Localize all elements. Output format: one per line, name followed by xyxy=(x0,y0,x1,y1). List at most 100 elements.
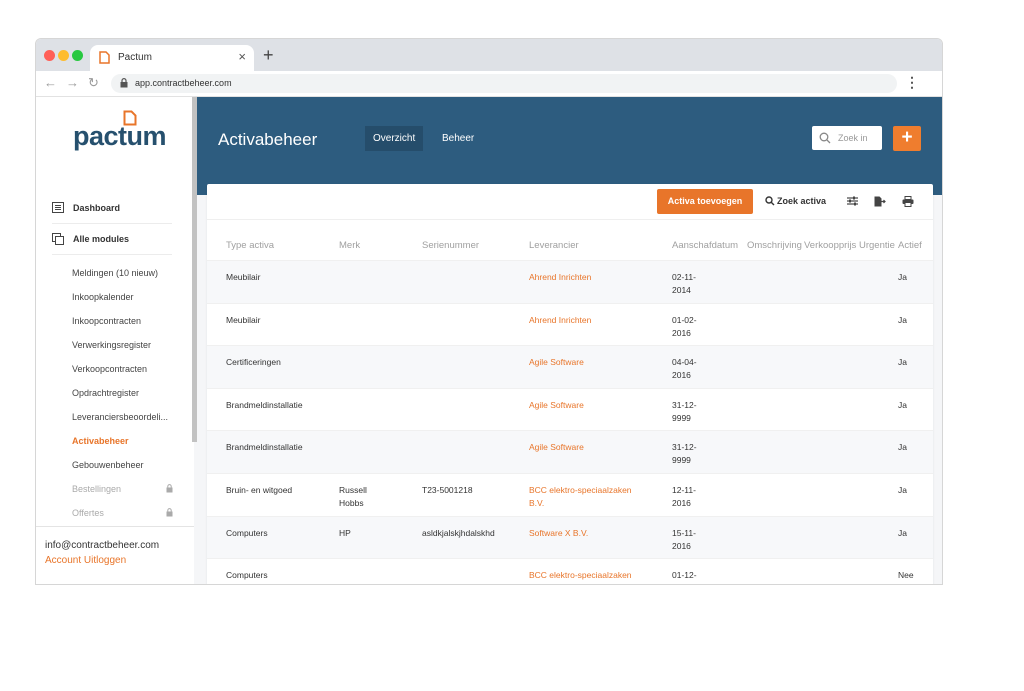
sidebar-item-dashboard[interactable]: Dashboard xyxy=(52,201,172,217)
column-header-merk[interactable]: Merk xyxy=(339,240,360,251)
cell-type-activa: Computers xyxy=(226,527,268,538)
cell-actief: Ja xyxy=(898,442,907,453)
pactum-logo-icon xyxy=(123,110,137,126)
table-row[interactable]: Meubilair Ahrend Inrichten 02-11- 2014 Ja xyxy=(207,260,933,303)
column-header-urgentie[interactable]: Urgentie xyxy=(859,240,895,251)
sidebar-divider xyxy=(52,223,172,224)
cell-leverancier[interactable]: Agile Software xyxy=(529,399,584,412)
browser-tab-title: Pactum xyxy=(118,52,152,63)
cell-actief: Nee xyxy=(898,570,914,581)
search-placeholder: Zoek in xyxy=(838,133,868,143)
sidebar-item-label: Dashboard xyxy=(73,203,121,213)
table-row[interactable]: Brandmeldinstallatie Agile Software 31-12-… xyxy=(207,430,933,474)
table-row[interactable]: Brandmeldinstallatie Agile Software 31-12-… xyxy=(207,387,933,431)
column-header-actief[interactable]: Actief xyxy=(898,240,922,251)
activa-table-card: Activa toevoegen Zoek activa Type activa… xyxy=(207,184,933,584)
cell-aanschafdatum: 02-11- 2014 xyxy=(672,272,696,295)
cell-type-activa: Computers xyxy=(226,570,268,581)
sidebar: pactum Dashboard Alle modules Meldingen … xyxy=(36,97,194,584)
column-header-serienummer[interactable]: Serienummer xyxy=(422,240,479,251)
sidebar-item-activabeheer[interactable]: Activabeheer xyxy=(72,436,129,446)
sidebar-item-inkoopkalender[interactable]: Inkoopkalender xyxy=(72,292,134,302)
table-row[interactable]: Bruin- en witgoed Russell Hobbs T23-500121… xyxy=(207,473,933,516)
pactum-favicon-icon xyxy=(99,51,110,64)
find-activa-button[interactable]: Zoek activa xyxy=(765,189,826,214)
cell-type-activa: Bruin- en witgoed xyxy=(226,485,293,495)
table-row[interactable]: Computers HP asldkjalskjhdalskhd Software X… xyxy=(207,515,933,559)
search-icon xyxy=(765,196,775,206)
forward-icon[interactable]: → xyxy=(66,75,79,90)
url-text: app.contractbeheer.com xyxy=(135,78,232,88)
cell-aanschafdatum: 31-12- 9999 xyxy=(672,399,697,423)
sidebar-item-inkoopcontracten[interactable]: Inkoopcontracten xyxy=(72,316,141,326)
tab-beheer[interactable]: Beheer xyxy=(434,126,482,151)
back-icon[interactable]: ← xyxy=(44,75,57,90)
sidebar-divider xyxy=(52,254,172,255)
browser-tab[interactable]: Pactum × xyxy=(90,45,254,71)
cell-leverancier[interactable]: BCC elektro-speciaalzaken xyxy=(529,569,632,582)
cell-aanschafdatum: 12-11- 2016 xyxy=(672,485,696,508)
add-button[interactable]: + xyxy=(893,126,921,151)
maximize-window-icon[interactable] xyxy=(72,50,83,61)
main-content: Activabeheer Overzicht Beheer Zoek in + … xyxy=(197,97,942,584)
sidebar-item-verkoopcontracten[interactable]: Verkoopcontracten xyxy=(72,364,147,374)
cell-leverancier[interactable]: BCC elektro-speciaalzaken B.V. xyxy=(529,484,632,510)
new-tab-icon[interactable]: + xyxy=(263,45,274,66)
filter-sliders-icon[interactable] xyxy=(847,196,858,206)
pactum-logo: pactum xyxy=(73,121,167,151)
cell-actief: Ja xyxy=(898,314,907,325)
column-header-type-activa[interactable]: Type activa xyxy=(226,240,274,251)
logout-link[interactable]: Account Uitloggen xyxy=(45,555,126,566)
cell-leverancier[interactable]: Agile Software xyxy=(529,356,584,369)
cell-serienummer: asldkjalskjhdalskhd xyxy=(422,527,495,538)
cell-leverancier[interactable]: Ahrend Inrichten xyxy=(529,314,591,327)
cell-serienummer: T23-5001218 xyxy=(422,485,473,495)
close-window-icon[interactable] xyxy=(44,50,55,61)
search-icon xyxy=(819,132,831,144)
minimize-window-icon[interactable] xyxy=(58,50,69,61)
browser-menu-icon[interactable]: ⋮ xyxy=(905,74,919,91)
cell-leverancier[interactable]: Software X B.V. xyxy=(529,527,588,540)
table-row[interactable]: Certificeringen Agile Software 04-04- 2016… xyxy=(207,345,933,389)
page-title: Activabeheer xyxy=(218,130,318,149)
column-header-aanschafdatum[interactable]: Aanschafdatum xyxy=(672,240,738,251)
print-icon[interactable] xyxy=(902,196,914,207)
page-header: Activabeheer Overzicht Beheer Zoek in + xyxy=(197,97,942,195)
sidebar-item-bestellingen: Bestellingen xyxy=(72,484,122,494)
sidebar-item-gebouwenbeheer[interactable]: Gebouwenbeheer xyxy=(72,460,144,470)
cell-aanschafdatum: 31-12- 9999 xyxy=(672,442,697,466)
lock-icon xyxy=(120,78,128,88)
column-header-verkoopprijs[interactable]: Verkoopprijs xyxy=(804,240,856,251)
sidebar-item-meldingen[interactable]: Meldingen (10 nieuw) xyxy=(72,268,158,278)
find-activa-label: Zoek activa xyxy=(777,196,827,206)
cell-leverancier[interactable]: Agile Software xyxy=(529,441,584,454)
table-toolbar: Activa toevoegen Zoek activa xyxy=(207,184,933,220)
sidebar-item-verwerkingsregister[interactable]: Verwerkingsregister xyxy=(72,340,151,350)
sidebar-item-opdrachtregister[interactable]: Opdrachtregister xyxy=(72,388,139,398)
column-header-leverancier[interactable]: Leverancier xyxy=(529,240,579,251)
export-icon[interactable] xyxy=(874,196,886,207)
url-field[interactable]: app.contractbeheer.com xyxy=(111,74,897,93)
search-input[interactable]: Zoek in xyxy=(812,126,882,150)
add-activa-button[interactable]: Activa toevoegen xyxy=(657,189,753,214)
sidebar-item-offertes: Offertes xyxy=(72,508,104,518)
cell-type-activa: Certificeringen xyxy=(226,357,281,368)
cell-merk: HP xyxy=(339,527,351,538)
sidebar-footer: info@contractbeheer.com Account Uitlogge… xyxy=(36,526,194,584)
table-row[interactable]: Computers BCC elektro-speciaalzaken 01-12-… xyxy=(207,558,933,584)
reload-icon[interactable]: ↻ xyxy=(88,75,99,91)
account-email: info@contractbeheer.com xyxy=(45,540,160,551)
cell-actief: Ja xyxy=(898,527,907,538)
cell-actief: Ja xyxy=(898,485,907,495)
close-tab-icon[interactable]: × xyxy=(238,49,246,64)
sidebar-item-leveranciersbeoordeling[interactable]: Leveranciersbeoordeli... xyxy=(72,412,168,422)
sidebar-item-alle-modules[interactable]: Alle modules xyxy=(52,232,172,248)
cell-aanschafdatum: 01-02- 2016 xyxy=(672,314,697,338)
table-row[interactable]: Meubilair Ahrend Inrichten 01-02- 2016 Ja xyxy=(207,302,933,346)
column-header-omschrijving[interactable]: Omschrijving xyxy=(747,240,802,251)
dashboard-icon xyxy=(52,202,64,213)
cell-leverancier[interactable]: Ahrend Inrichten xyxy=(529,271,591,284)
browser-window: Pactum × + ← → ↻ app.contractbeheer.com … xyxy=(35,38,943,585)
cell-type-activa: Meubilair xyxy=(226,314,261,325)
tab-overzicht[interactable]: Overzicht xyxy=(365,126,424,151)
